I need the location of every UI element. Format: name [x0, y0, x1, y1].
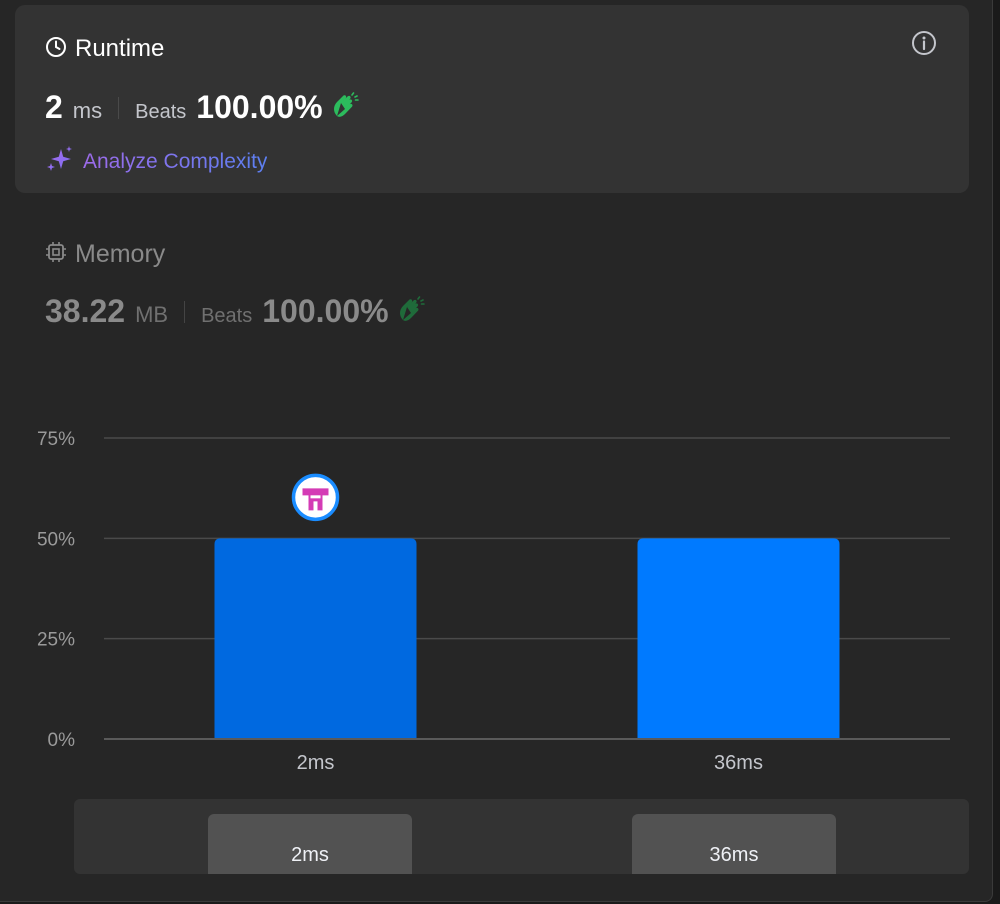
runtime-card[interactable]: Runtime 2 ms Beats 100.00% Analyze Compl…: [15, 5, 969, 193]
analysis-panel: Runtime 2 ms Beats 100.00% Analyze Compl…: [0, 0, 993, 902]
runtime-distribution-chart: 75% 50% 25% 0% 2ms 36ms: [37, 429, 950, 774]
memory-card[interactable]: Memory 38.22 MB Beats 100.00%: [45, 240, 425, 330]
analyze-complexity-link[interactable]: Analyze Complexity: [45, 145, 267, 178]
range-selector[interactable]: 2ms 36ms: [74, 799, 969, 874]
y-tick-label: 50%: [37, 529, 75, 550]
x-tick-label: 36ms: [714, 752, 763, 774]
bar-36ms[interactable]: [637, 538, 840, 739]
analyze-complexity-label: Analyze Complexity: [83, 149, 268, 173]
y-tick-label: 25%: [37, 630, 75, 651]
runtime-unit: ms: [72, 98, 103, 123]
info-icon[interactable]: [911, 30, 937, 56]
runtime-value: 2: [45, 89, 63, 125]
clock-icon: [45, 36, 67, 63]
runtime-header: Runtime: [45, 35, 164, 63]
x-tick-label: 2ms: [297, 752, 335, 774]
range-bar-36ms[interactable]: 36ms: [632, 814, 836, 874]
memory-title: Memory: [75, 240, 166, 268]
memory-beats-label: Beats: [201, 305, 253, 327]
avatar: [291, 473, 340, 522]
memory-stats: 38.22 MB Beats 100.00%: [45, 293, 425, 330]
sparkle-icon: [45, 145, 75, 178]
bar-2ms[interactable]: [214, 538, 417, 739]
range-bar-2ms[interactable]: 2ms: [208, 814, 412, 874]
runtime-stats: 2 ms Beats 100.00%: [45, 89, 359, 126]
runtime-title: Runtime: [75, 35, 165, 62]
memory-value: 38.22: [45, 293, 126, 329]
memory-header: Memory: [45, 240, 425, 269]
y-tick-label: 75%: [37, 429, 75, 450]
memory-unit: MB: [135, 302, 169, 327]
divider: [184, 300, 186, 323]
clap-icon: [397, 296, 425, 327]
divider: [118, 96, 120, 119]
chip-icon: [45, 241, 67, 268]
clap-icon: [331, 92, 359, 123]
runtime-beats-label: Beats: [135, 101, 187, 123]
runtime-beats-value: 100.00%: [196, 89, 323, 125]
y-tick-label: 0%: [48, 730, 76, 751]
memory-beats-value: 100.00%: [262, 293, 389, 329]
